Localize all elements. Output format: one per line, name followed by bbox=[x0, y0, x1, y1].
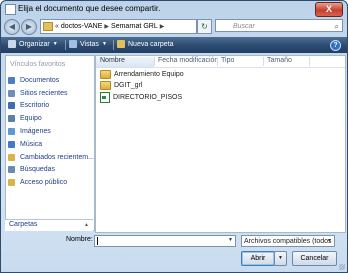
navigation-pane: Vínculos favoritos Documentos Sitios reci… bbox=[5, 55, 95, 231]
open-button[interactable]: Abrir bbox=[241, 251, 275, 266]
chevron-down-icon: ▼ bbox=[101, 41, 107, 47]
search-placeholder: Buscar bbox=[233, 23, 255, 30]
filename-label: Nombre: bbox=[66, 236, 93, 243]
column-divider[interactable] bbox=[309, 57, 310, 66]
dialog-footer: Nombre: ▼ Archivos compatibles (todos l … bbox=[1, 232, 347, 272]
toolbar-divider bbox=[113, 40, 114, 50]
filename-input[interactable]: ▼ bbox=[94, 235, 236, 247]
file-open-dialog: Elija el documento que desee compartir. … bbox=[0, 0, 348, 273]
organize-icon bbox=[8, 40, 16, 48]
documents-icon bbox=[8, 76, 15, 84]
breadcrumb-item[interactable]: doctos-VANE bbox=[61, 23, 103, 30]
text-caret bbox=[97, 237, 98, 245]
desktop-icon bbox=[8, 102, 15, 110]
nav-item-label: Música bbox=[20, 140, 43, 148]
views-label: Vistas bbox=[80, 40, 99, 48]
toolbar-divider bbox=[65, 40, 66, 50]
recently-changed-icon bbox=[8, 153, 15, 161]
nav-item[interactable]: Acceso público bbox=[8, 176, 94, 189]
favorites-header: Vínculos favoritos bbox=[10, 61, 66, 68]
resize-grip[interactable] bbox=[339, 264, 345, 270]
open-options-button[interactable]: ▼ bbox=[274, 251, 287, 266]
folders-label: Carpetas bbox=[9, 221, 38, 228]
column-header-row: Nombre Fecha modificación Tipo Tamaño bbox=[96, 56, 345, 68]
file-type-value: Archivos compatibles (todos l bbox=[244, 238, 335, 245]
column-divider[interactable] bbox=[217, 57, 218, 66]
nav-item[interactable]: Búsquedas bbox=[8, 164, 94, 177]
file-row[interactable]: DGIT_grl bbox=[100, 81, 142, 90]
refresh-button[interactable]: ↻ bbox=[197, 19, 212, 34]
window-title: Elija el documento que desee compartir. bbox=[18, 4, 161, 13]
file-name: DIRECTORIO_PISOS bbox=[113, 94, 183, 101]
command-toolbar: Organizar ▼ Vistas ▼ Nueva carpeta ? bbox=[1, 37, 347, 53]
file-row[interactable]: Arrendamiento Equipo bbox=[100, 70, 184, 79]
file-row[interactable]: DIRECTORIO_PISOS bbox=[100, 92, 182, 103]
nav-item-label: Imágenes bbox=[20, 128, 51, 136]
new-folder-icon bbox=[117, 40, 125, 48]
breadcrumb-overflow[interactable]: « bbox=[55, 23, 59, 30]
folder-icon bbox=[100, 70, 111, 79]
folder-icon bbox=[100, 81, 111, 90]
nav-item-label: Búsquedas bbox=[20, 166, 56, 174]
excel-file-icon bbox=[100, 92, 110, 103]
folder-icon bbox=[43, 22, 53, 31]
column-header-date[interactable]: Fecha modificación bbox=[158, 57, 218, 67]
organize-button[interactable]: Organizar ▼ bbox=[8, 40, 58, 48]
cancel-button[interactable]: Cancelar bbox=[292, 251, 337, 266]
public-folder-icon bbox=[8, 179, 15, 187]
breadcrumb-separator-icon[interactable]: ▶ bbox=[104, 23, 109, 30]
column-header-name[interactable]: Nombre bbox=[96, 57, 154, 67]
nav-item[interactable]: Documentos bbox=[8, 74, 94, 87]
chevron-down-icon: ▼ bbox=[327, 238, 332, 244]
file-name: Arrendamiento Equipo bbox=[114, 71, 184, 78]
nav-item[interactable]: Sitios recientes bbox=[8, 87, 94, 100]
views-icon bbox=[69, 40, 77, 48]
search-input[interactable]: Buscar ⌕ bbox=[215, 19, 343, 32]
nav-item[interactable]: Cambiados recientem... bbox=[8, 151, 94, 164]
nav-item-label: Cambiados recientem... bbox=[20, 153, 94, 161]
nav-item-label: Sitios recientes bbox=[20, 89, 68, 97]
new-folder-label: Nueva carpeta bbox=[128, 40, 174, 48]
nav-item[interactable]: Escritorio bbox=[8, 100, 94, 113]
address-field[interactable]: « doctos-VANE ▶ Semarnat GRL ▶ bbox=[40, 19, 197, 34]
column-divider[interactable] bbox=[263, 57, 264, 66]
views-button[interactable]: Vistas ▼ bbox=[69, 40, 107, 48]
nav-item-label: Documentos bbox=[20, 76, 60, 84]
close-button[interactable]: X bbox=[315, 2, 343, 17]
searches-icon bbox=[8, 166, 15, 174]
column-header-size[interactable]: Tamaño bbox=[267, 57, 292, 67]
column-header-type[interactable]: Tipo bbox=[221, 57, 234, 67]
search-icon[interactable]: ⌕ bbox=[335, 20, 339, 33]
breadcrumb-item[interactable]: Semarnat GRL bbox=[111, 23, 158, 30]
nav-item-label: Escritorio bbox=[20, 102, 50, 110]
nav-item[interactable]: Música bbox=[8, 138, 94, 151]
new-folder-button[interactable]: Nueva carpeta bbox=[117, 40, 174, 48]
chevron-up-icon: ▲ bbox=[84, 222, 89, 228]
forward-button[interactable]: ▶ bbox=[21, 19, 37, 35]
chevron-down-icon[interactable]: ▼ bbox=[228, 237, 233, 243]
breadcrumb-separator-icon[interactable]: ▶ bbox=[160, 23, 165, 30]
recent-places-icon bbox=[8, 89, 15, 97]
chevron-down-icon: ▼ bbox=[52, 41, 58, 47]
favorites-list: Documentos Sitios recientes Escritorio Equi… bbox=[8, 74, 94, 189]
file-type-select[interactable]: Archivos compatibles (todos l ▼ bbox=[241, 235, 335, 247]
nav-item[interactable]: Imágenes bbox=[8, 125, 94, 138]
window-icon bbox=[5, 4, 16, 15]
nav-item-label: Acceso público bbox=[20, 179, 68, 187]
address-bar: ◀ ▶ « doctos-VANE ▶ Semarnat GRL ▶ ↻ Bus… bbox=[4, 18, 344, 35]
pictures-icon bbox=[8, 128, 15, 136]
help-icon[interactable]: ? bbox=[330, 40, 341, 51]
nav-item[interactable]: Equipo bbox=[8, 112, 94, 125]
file-name: DGIT_grl bbox=[114, 82, 143, 89]
title-bar: Elija el documento que desee compartir. … bbox=[1, 1, 347, 17]
nav-item-label: Equipo bbox=[20, 115, 42, 123]
column-divider[interactable] bbox=[154, 57, 155, 66]
file-list: Nombre Fecha modificación Tipo Tamaño Ar… bbox=[95, 55, 346, 233]
folders-toggle[interactable]: Carpetas ▲ bbox=[5, 219, 93, 231]
computer-icon bbox=[8, 115, 15, 123]
music-icon bbox=[8, 140, 15, 148]
back-button[interactable]: ◀ bbox=[4, 19, 20, 35]
organize-label: Organizar bbox=[19, 40, 50, 48]
